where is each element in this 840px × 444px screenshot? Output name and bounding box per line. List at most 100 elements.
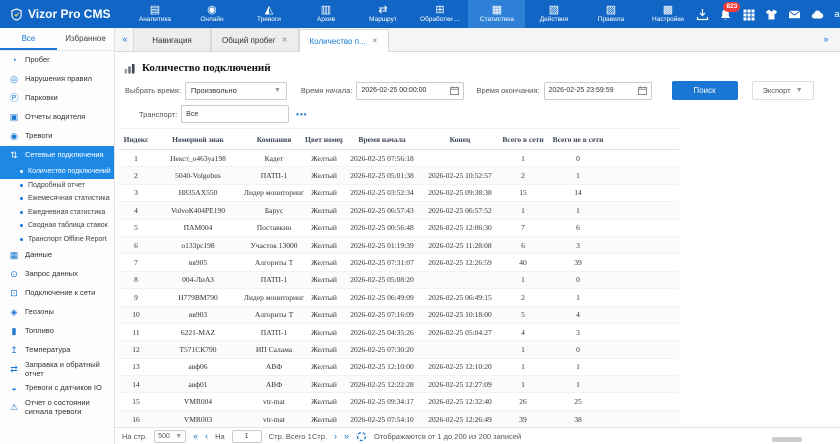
top-nav-item[interactable]: ▩ Настройки [639, 0, 696, 28]
mail-icon[interactable] [788, 8, 801, 21]
table-row[interactable]: 9 Н779ВМ790 Лидер мониторинг Желтый 2026… [119, 289, 679, 306]
sidebar-item[interactable]: ↥ Температура [0, 341, 114, 360]
sidebar-item[interactable]: ⇅ Сетевые подключения [0, 146, 114, 165]
sidebar-item[interactable]: ⊙ Запрос данных [0, 265, 114, 284]
top-nav-icon: ▥ [321, 4, 331, 16]
close-icon[interactable]: ✕ [282, 36, 288, 44]
sidebar-subitem[interactable]: Ежедневная статистика [0, 206, 114, 220]
sidebar-item-label: Нарушения правил [25, 75, 92, 84]
prev-page-button[interactable]: ‹ [205, 430, 208, 443]
top-nav-item[interactable]: ▥ Архив [297, 0, 354, 28]
table-row[interactable]: 4 VolvoК404РЕ190 Барус Желтый 2026-02-25… [119, 202, 679, 219]
table-row[interactable]: 13 авф06 АВФ Желтый 2026-02-25 12:10:00 … [119, 358, 679, 375]
last-page-button[interactable]: » [344, 430, 349, 443]
topbar-right: 823 admin ▼ [696, 0, 840, 28]
top-nav-item[interactable]: ▦ Статистика [468, 0, 525, 28]
sidebar-item[interactable]: ◈ Геозоны [0, 303, 114, 322]
start-time-input[interactable] [361, 87, 447, 94]
topbar: Vizor Pro CMS ▤ Аналитика ◉ Онлайн ◭ Тре… [0, 0, 840, 28]
sidebar-item[interactable]: ◎ Нарушения правил [0, 70, 114, 89]
per-page-select[interactable]: 500 ▼ [154, 430, 186, 443]
sidebar-tabs: Все Избранное [0, 28, 114, 51]
apps-grid-icon[interactable] [742, 8, 755, 21]
tab-scroll-left-icon[interactable]: « [117, 28, 133, 51]
table-row[interactable]: 5 ПАМ004 Поставкин Желтый 2026-02-25 00:… [119, 219, 679, 236]
close-icon[interactable]: ✕ [372, 37, 378, 45]
chevron-down-icon: ▼ [796, 87, 803, 94]
sidebar-item[interactable]: ◉ Тревоги [0, 127, 114, 146]
table-row[interactable]: 8 004-ЛиАЗ ПАТП-1 Желтый 2026-02-25 05:0… [119, 271, 679, 288]
filter-row-1: Выбрать время: Произвольно ▼ Время начал… [125, 81, 840, 100]
download-icon[interactable] [696, 8, 709, 21]
table-row[interactable]: 16 VMR003 vtr-mat Желтый 2026-02-25 07:5… [119, 410, 679, 427]
next-page-button[interactable]: › [334, 430, 337, 443]
cell-total-offline: 38 [547, 410, 609, 427]
more-options-icon[interactable]: ••• [296, 110, 307, 119]
sidebar-item[interactable]: ⚠ Отчет о состоянии сигнала тревоги [0, 398, 114, 417]
calendar-icon[interactable] [450, 86, 459, 95]
sidebar-subitem[interactable]: Ежемесячная статистика [0, 192, 114, 206]
table-row[interactable]: 7 вв905 Алгориты Т Желтый 2026-02-25 07:… [119, 254, 679, 271]
sidebar-item-label: Отчеты водителя [25, 113, 85, 122]
document-tab[interactable]: Общий пробег ✕ [211, 28, 299, 51]
top-nav-item[interactable]: ▨ Правила [582, 0, 639, 28]
sidebar: Все Избранное ◔ Пробег ◎ Нарушения прави… [0, 28, 115, 444]
table-row[interactable]: 1 Некст_о463уа198 Кадет Желтый 2026-02-2… [119, 150, 679, 167]
sidebar-subitem[interactable]: Количество подключений [0, 165, 114, 179]
end-time-input[interactable] [549, 87, 635, 94]
table-row[interactable]: 14 авф01 АВФ Желтый 2026-02-25 12:22:28 … [119, 376, 679, 393]
top-nav-item[interactable]: ◭ Тревоги [240, 0, 297, 28]
sidebar-item[interactable]: ▣ Отчеты водителя [0, 108, 114, 127]
sidebar-tab[interactable]: Все [0, 28, 57, 50]
cell-start-time: 2026-02-25 12:10:00 [343, 358, 421, 375]
user-menu[interactable]: admin ▼ [834, 9, 840, 19]
refresh-icon[interactable] [356, 431, 367, 442]
sidebar-subitem[interactable]: Сводная таблица ставок [0, 219, 114, 233]
page-number-input[interactable] [232, 430, 262, 443]
notifications[interactable]: 823 [719, 8, 732, 21]
table-row[interactable]: 11 6221-МАZ ПАТП-1 Желтый 2026-02-25 04:… [119, 323, 679, 340]
cell-total-offline: 14 [547, 184, 609, 201]
sidebar-item-icon: ⊙ [9, 270, 19, 279]
table-row[interactable]: 6 о133рс198 Участок 13000 Желтый 2026-02… [119, 236, 679, 253]
search-button[interactable]: Поиск [672, 81, 738, 100]
document-tab[interactable]: Количество п... ✕ [299, 29, 389, 52]
horizontal-scrollbar-thumb[interactable] [772, 437, 802, 442]
sidebar-item[interactable]: ▦ Данные [0, 246, 114, 265]
top-nav-item[interactable]: ▤ Аналитика [126, 0, 183, 28]
export-button[interactable]: Экспорт ▼ [752, 81, 814, 100]
table-row[interactable]: 3 Н835АХ550 Лидер мониторинг Желтый 2026… [119, 184, 679, 201]
cell-plate: авф01 [153, 376, 243, 393]
top-nav-item[interactable]: ⊞ Обработки ... [411, 0, 468, 28]
tab-scroll-right-icon[interactable]: » [818, 28, 834, 51]
top-nav-item[interactable]: ◉ Онлайн [183, 0, 240, 28]
table-row[interactable]: 2 5040-Volgobus ПАТП-1 Желтый 2026-02-25… [119, 167, 679, 184]
top-nav-item[interactable]: ▧ Действия [525, 0, 582, 28]
cell-end-time: 2026-02-25 12:32:40 [421, 393, 499, 410]
sidebar-item[interactable]: ▮ Топливо [0, 322, 114, 341]
sidebar-subitem[interactable]: Подробный отчет [0, 179, 114, 193]
shirt-icon[interactable] [765, 8, 778, 21]
cell-end-time [421, 341, 499, 358]
calendar-icon[interactable] [638, 86, 647, 95]
sidebar-tab-label: Все [22, 34, 36, 43]
sidebar-item[interactable]: ⇄ Заправка и обратный отчет [0, 360, 114, 379]
document-tab[interactable]: Навигация [133, 28, 211, 51]
cell-start-time: 2026-02-25 04:35:26 [343, 323, 421, 340]
sidebar-item[interactable]: Ⓟ Парковки [0, 89, 114, 108]
table-row[interactable]: 10 вв903 Алгориты Т Желтый 2026-02-25 07… [119, 306, 679, 323]
table-row[interactable]: 12 Т571СК790 ИП Салама Желтый 2026-02-25… [119, 341, 679, 358]
sidebar-tab[interactable]: Избранное [57, 28, 114, 50]
sidebar-item[interactable]: ◒ Тревоги с датчиков IO [0, 379, 114, 398]
first-page-button[interactable]: « [193, 430, 198, 443]
sidebar-item[interactable]: ◔ Пробег [0, 51, 114, 70]
table-row[interactable]: 15 VMR004 vtr-mat Желтый 2026-02-25 09:3… [119, 393, 679, 410]
sidebar-item[interactable]: ⊡ Подключение к сети [0, 284, 114, 303]
top-nav-item[interactable]: ⇄ Маршрут [354, 0, 411, 28]
time-range-select[interactable]: Произвольно ▼ [185, 82, 287, 100]
cloud-icon[interactable] [811, 8, 824, 21]
cell-index: 7 [119, 254, 153, 271]
transport-input[interactable] [186, 111, 272, 118]
sidebar-subitem-label: Ежедневная статистика [28, 209, 105, 216]
sidebar-subitem[interactable]: Транспорт Offline Report [0, 233, 114, 247]
